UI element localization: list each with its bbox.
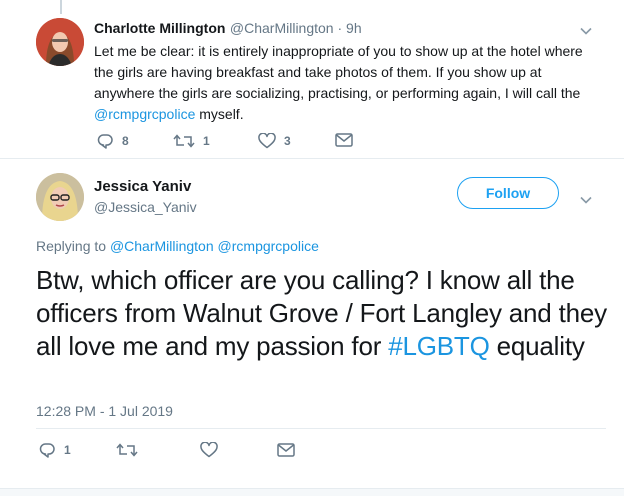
hashtag-link[interactable]: #LGBTQ bbox=[388, 331, 490, 361]
mention-link[interactable]: @CharMillington bbox=[110, 238, 214, 254]
direct-message-button[interactable] bbox=[335, 133, 353, 147]
chevron-down-icon[interactable] bbox=[580, 191, 592, 207]
tweet-text-end: equality bbox=[489, 331, 585, 361]
like-button[interactable]: 3 bbox=[258, 133, 291, 149]
author-handle[interactable]: @CharMillington bbox=[230, 20, 334, 36]
author-name[interactable]: Jessica Yaniv bbox=[94, 178, 191, 195]
divider bbox=[0, 158, 624, 159]
tweet1-header: Charlotte Millington @CharMillington · 9… bbox=[94, 20, 362, 38]
tweet-timestamp[interactable]: 12:28 PM - 1 Jul 2019 bbox=[36, 403, 173, 419]
replying-to: Replying to @CharMillington @rcmpgrcpoli… bbox=[36, 238, 319, 254]
tweet2-text: Btw, which officer are you calling? I kn… bbox=[36, 264, 616, 363]
chevron-down-icon[interactable] bbox=[580, 22, 592, 38]
retweet-icon bbox=[173, 134, 195, 148]
message-icon bbox=[335, 133, 353, 147]
author-name[interactable]: Charlotte Millington bbox=[94, 20, 225, 36]
reply-button[interactable]: 1 bbox=[38, 442, 71, 458]
avatar-image bbox=[36, 18, 84, 66]
retweet-icon bbox=[116, 443, 138, 457]
tweet-text-end: myself. bbox=[195, 106, 244, 122]
direct-message-button[interactable] bbox=[277, 443, 295, 457]
retweet-button[interactable]: 1 bbox=[173, 133, 210, 149]
follow-button[interactable]: Follow bbox=[457, 177, 559, 209]
mention-link[interactable]: @rcmpgrcpolice bbox=[94, 106, 195, 122]
message-icon bbox=[277, 443, 295, 457]
tweet-text: Let me be clear: it is entirely inapprop… bbox=[94, 43, 583, 101]
like-button[interactable] bbox=[200, 442, 218, 458]
thread-connector bbox=[60, 0, 62, 14]
reply-button[interactable]: 8 bbox=[96, 133, 129, 149]
retweet-button[interactable] bbox=[116, 442, 138, 458]
like-icon bbox=[200, 442, 218, 458]
reply-count: 1 bbox=[64, 443, 71, 457]
tweet1-text: Let me be clear: it is entirely inapprop… bbox=[94, 41, 594, 125]
time-separator: · bbox=[333, 20, 347, 36]
like-count: 3 bbox=[284, 134, 291, 148]
reply-icon bbox=[39, 443, 55, 458]
mention-link[interactable]: @rcmpgrcpolice bbox=[218, 238, 319, 254]
avatar-image bbox=[36, 173, 84, 221]
retweet-count: 1 bbox=[203, 134, 210, 148]
divider bbox=[36, 428, 606, 429]
reply-icon bbox=[97, 134, 113, 149]
avatar[interactable] bbox=[36, 173, 84, 221]
like-icon bbox=[258, 133, 276, 149]
reply-count: 8 bbox=[122, 134, 129, 148]
tweet-time[interactable]: 9h bbox=[346, 20, 362, 36]
avatar[interactable] bbox=[36, 18, 84, 66]
replying-label: Replying to bbox=[36, 238, 110, 254]
author-handle[interactable]: @Jessica_Yaniv bbox=[94, 199, 197, 215]
